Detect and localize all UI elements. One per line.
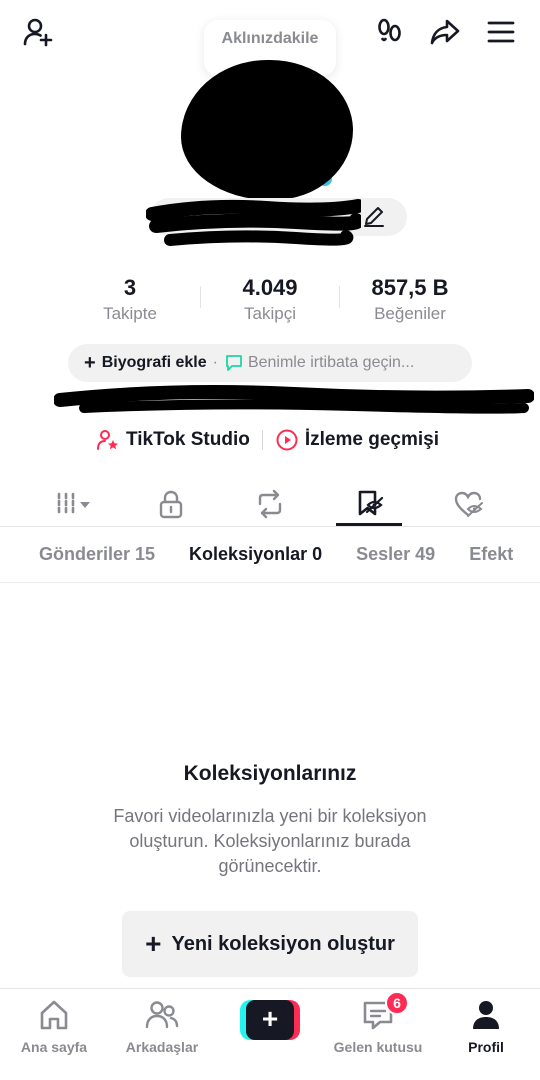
content-tabs	[0, 478, 540, 526]
menu-icon	[487, 21, 515, 43]
followers-stat[interactable]: 4.049 Takipçi	[200, 274, 340, 324]
nav-profile-label: Profil	[468, 1039, 504, 1055]
bio-text-redaction	[54, 385, 534, 414]
links-divider	[261, 430, 263, 450]
following-count: 3	[123, 275, 137, 300]
person-add-icon	[23, 18, 53, 47]
menu-button[interactable]	[483, 14, 519, 50]
stat-divider	[200, 286, 201, 308]
profile-icon	[473, 1001, 499, 1029]
plus-icon: +	[145, 928, 162, 959]
stat-divider	[339, 286, 340, 308]
profile-views-button[interactable]	[372, 14, 408, 50]
nav-friends-label: Arkadaşlar	[125, 1039, 199, 1055]
subtab-sounds[interactable]: Sesler 49	[356, 544, 435, 565]
tab-private[interactable]	[151, 484, 191, 524]
bio-separator: ·	[212, 354, 218, 371]
tab-liked[interactable]	[448, 484, 488, 524]
inbox-badge: 6	[385, 991, 409, 1015]
divider	[0, 526, 540, 527]
home-icon	[40, 1000, 68, 1030]
following-label: Takipte	[103, 304, 157, 323]
chat-bubble-icon	[226, 355, 242, 371]
add-bio-link[interactable]: Biyografi ekle	[102, 354, 207, 372]
liked-icon	[454, 491, 483, 517]
tiktok-studio-link[interactable]: TikTok Studio	[96, 428, 250, 452]
create-collection-label: Yeni koleksiyon oluştur	[171, 932, 395, 955]
plus-icon: +	[84, 351, 96, 374]
username-redaction	[146, 199, 361, 246]
likes-label: Beğeniler	[374, 304, 446, 323]
favorites-icon	[358, 490, 384, 516]
edit-pencil-icon[interactable]	[362, 204, 386, 228]
repost-icon	[258, 489, 282, 519]
contact-link[interactable]: Benimle irtibata geçin...	[248, 354, 414, 372]
profile-stats: 3 Takipte 4.049 Takipçi 857,5 B Beğenile…	[60, 274, 480, 324]
plus-icon: +	[246, 1000, 294, 1040]
footprints-icon	[378, 18, 401, 42]
subtab-posts[interactable]: Gönderiler 15	[39, 544, 155, 565]
followers-count: 4.049	[242, 275, 298, 300]
subtab-collections[interactable]: Koleksiyonlar 0	[189, 544, 322, 565]
likes-count: 857,5 B	[371, 275, 449, 300]
following-stat[interactable]: 3 Takipte	[60, 274, 200, 324]
followers-label: Takipçi	[244, 304, 296, 323]
share-profile-button[interactable]	[427, 14, 463, 50]
nav-inbox-label: Gelen kutusu	[333, 1039, 423, 1055]
nav-inbox[interactable]: Gelen kutusu	[324, 997, 432, 1055]
lock-icon	[159, 490, 183, 519]
play-circle-icon	[276, 429, 298, 451]
empty-state-title: Koleksiyonlarınız	[183, 762, 357, 785]
tab-videos[interactable]	[50, 484, 100, 524]
create-collection-button[interactable]: + Yeni koleksiyon oluştur	[122, 911, 418, 977]
tab-favorites[interactable]	[349, 484, 389, 524]
nav-profile[interactable]: Profil	[432, 997, 540, 1055]
watch-history-label: İzleme geçmişi	[304, 429, 439, 450]
empty-state-description: Favori videolarınızla yeni bir koleksiyo…	[113, 806, 427, 876]
nav-home-label: Ana sayfa	[20, 1039, 88, 1055]
bio-pill[interactable]: + Biyografi ekle · Benimle irtibata geçi…	[68, 344, 472, 382]
profile-links: TikTok Studio İzleme geçmişi	[96, 428, 439, 452]
subtab-effects[interactable]: Efekt	[469, 544, 513, 565]
studio-person-star-icon	[97, 430, 118, 450]
add-friend-button[interactable]	[20, 14, 56, 50]
divider	[0, 582, 540, 583]
create-post-button[interactable]: +	[240, 1000, 300, 1040]
friends-icon	[145, 1001, 179, 1029]
nav-friends[interactable]: Arkadaşlar	[108, 997, 216, 1055]
videos-grid-icon	[57, 492, 90, 516]
avatar-redacted[interactable]	[181, 60, 353, 200]
watch-history-link[interactable]: İzleme geçmişi	[275, 428, 439, 452]
tab-reposts[interactable]	[250, 484, 290, 524]
likes-stat[interactable]: 857,5 B Beğeniler	[340, 274, 480, 324]
collection-subtabs: Gönderiler 15 Koleksiyonlar 0 Sesler 49 …	[39, 544, 540, 565]
tiktok-studio-label: TikTok Studio	[126, 429, 250, 450]
share-icon	[430, 19, 460, 45]
nav-home[interactable]: Ana sayfa	[0, 997, 108, 1055]
